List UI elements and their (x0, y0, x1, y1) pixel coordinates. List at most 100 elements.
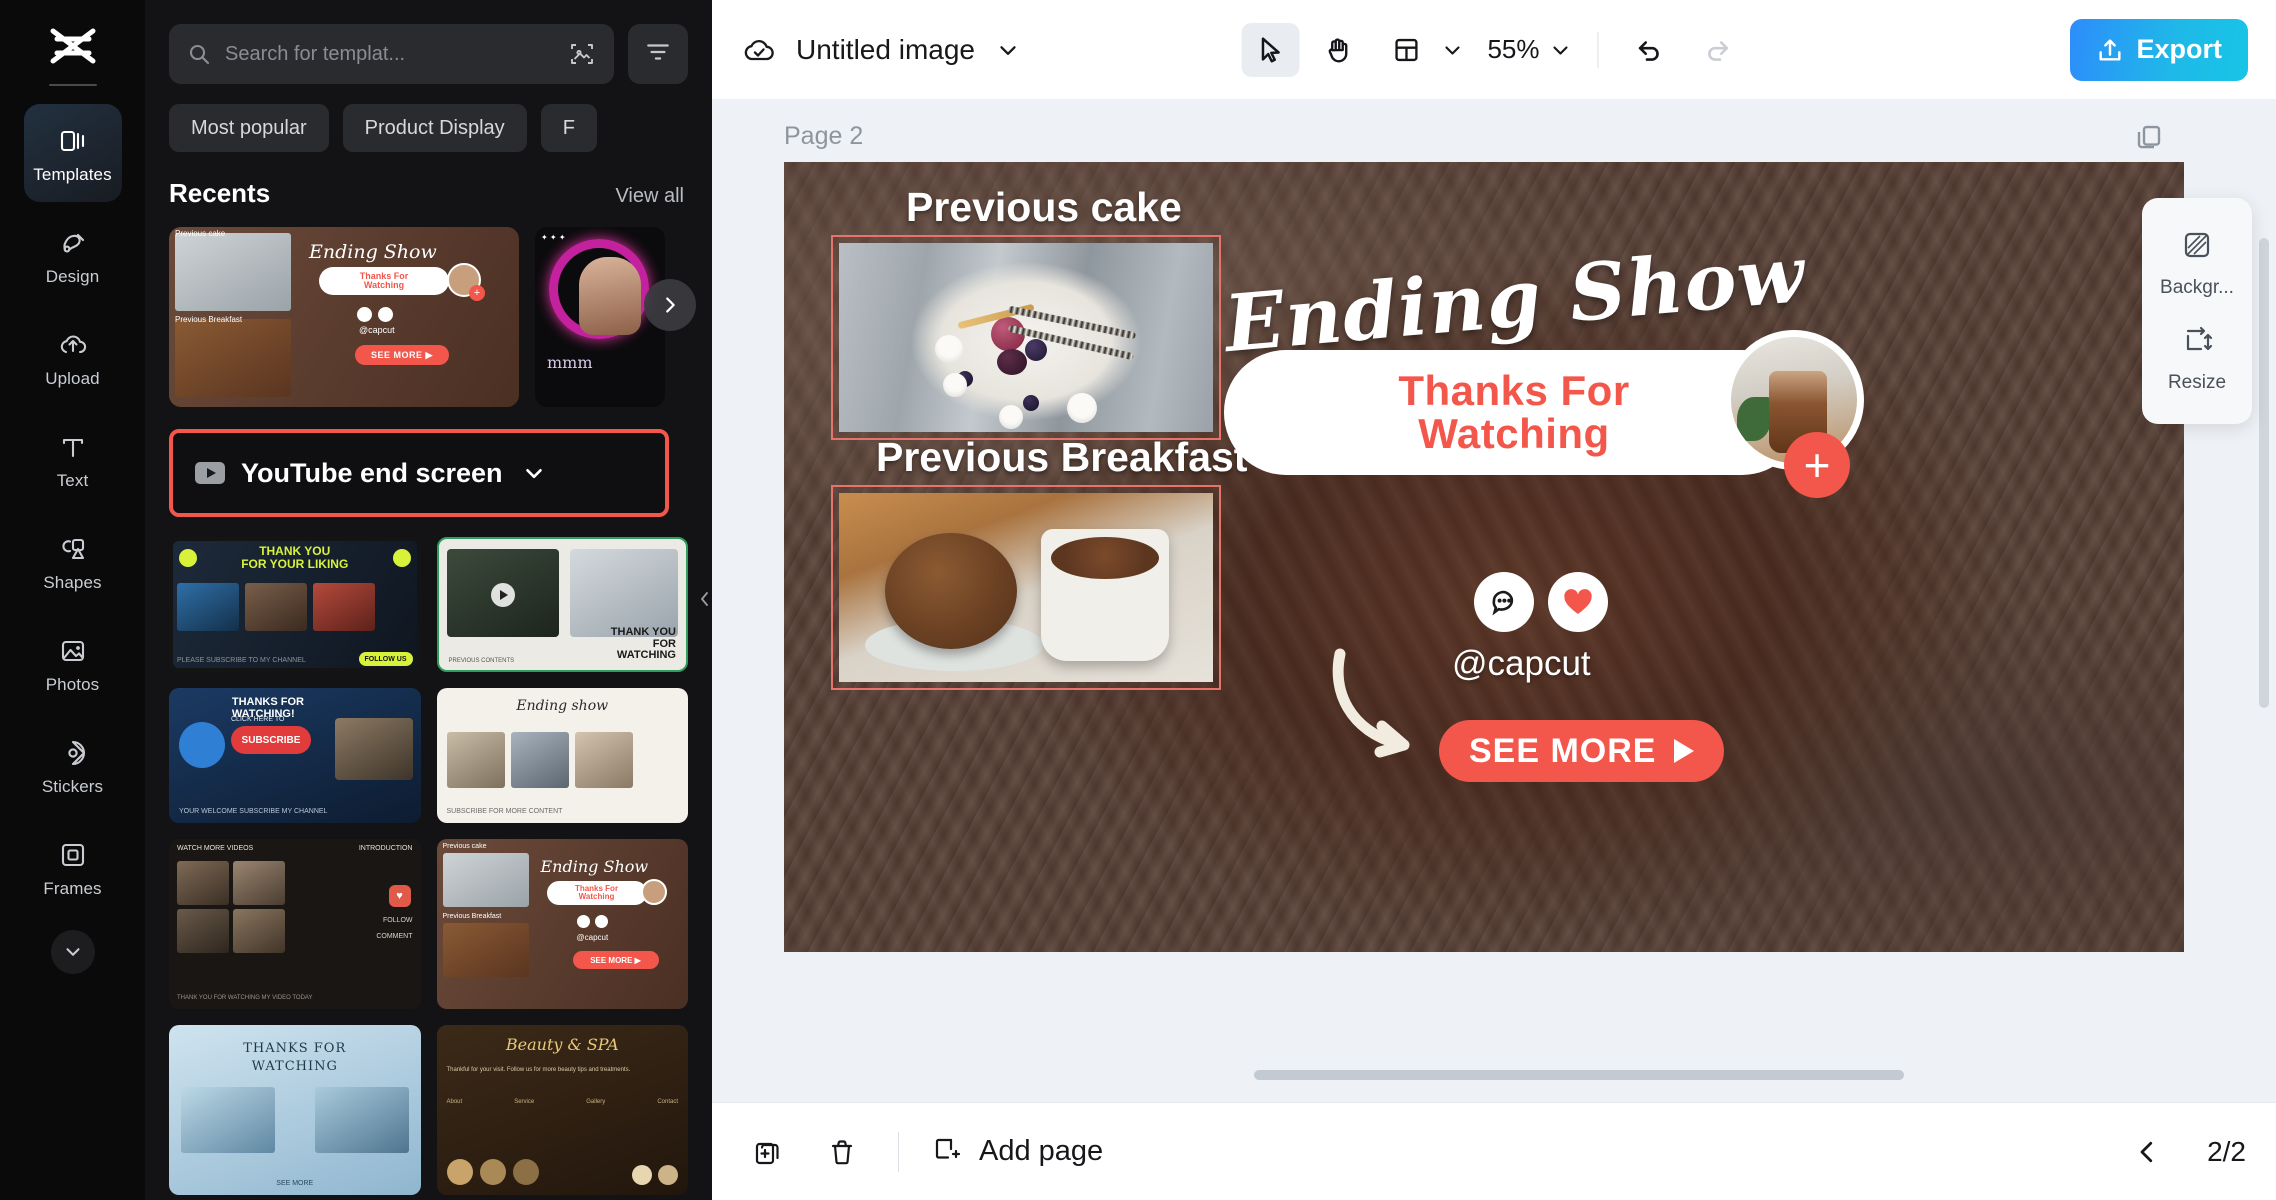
youtube-end-screen-pill[interactable]: YouTube end screen (173, 433, 665, 513)
undo-button[interactable] (1621, 23, 1679, 77)
duplicate-page-icon[interactable] (2134, 122, 2164, 152)
sidebar-item-label: Upload (45, 368, 100, 388)
search-icon (187, 42, 211, 66)
upload-cloud-icon (56, 328, 90, 362)
templates-scroll[interactable]: Previous cake Previous Breakfast Ending … (145, 209, 712, 1200)
carousel-next-button[interactable] (644, 279, 696, 331)
image-search-icon[interactable] (568, 40, 596, 68)
sidebar-item-stickers[interactable]: Stickers (24, 716, 122, 814)
search-box[interactable] (169, 24, 614, 84)
select-tool-button[interactable] (1241, 22, 1300, 77)
sidebar-item-upload[interactable]: Upload (24, 308, 122, 406)
previous-page-button[interactable] (2121, 1126, 2173, 1178)
layout-tool-button[interactable] (1377, 23, 1435, 77)
recent-template-card[interactable]: ✦ ✦ ✦ mmm (535, 227, 665, 407)
chip-label: Product Display (364, 116, 505, 139)
canvas-horizontal-scrollbar[interactable] (712, 1070, 2276, 1080)
sidebar-item-design[interactable]: Design (24, 206, 122, 304)
search-input[interactable] (225, 42, 554, 66)
sidebar-item-text[interactable]: Text (24, 410, 122, 508)
duplicate-page-button[interactable] (742, 1126, 794, 1178)
template-card[interactable]: Ending show SUBSCRIBE FOR MORE CONTENT (436, 688, 688, 823)
label-previous-cake[interactable]: Previous cake (906, 184, 1182, 231)
redo-button[interactable] (1689, 23, 1747, 77)
background-button[interactable]: Backgr... (2142, 216, 2252, 311)
template-card[interactable]: THANKS FOR WATCHING! SUBSCRIBE CLICK HER… (169, 688, 421, 823)
comment-icon[interactable] (1474, 572, 1534, 632)
template-card[interactable]: THANK YOU FOR WATCHING PREVIOUS CONTENTS (436, 537, 688, 672)
panel-header: Most popular Product Display F Recents V… (145, 0, 712, 209)
template-card[interactable]: WATCH MORE VIDEOS INTRODUCTION ♥ FOLLOW … (169, 839, 421, 1009)
selected-template-dropdown[interactable]: YouTube end screen (169, 429, 669, 517)
add-page-button[interactable]: Add page (929, 1132, 1103, 1171)
design-icon (56, 226, 90, 260)
chip-label: F (562, 116, 575, 139)
document-title-group: Untitled image (740, 31, 1023, 69)
recent-template-card[interactable]: Previous cake Previous Breakfast Ending … (169, 227, 519, 407)
sidebar-item-photos[interactable]: Photos (24, 614, 122, 712)
chip-product-display[interactable]: Product Display (342, 104, 527, 152)
zoom-chevron-down-icon[interactable] (1546, 35, 1576, 65)
capcut-logo[interactable] (41, 18, 105, 74)
canvas-vertical-scrollbar[interactable] (2259, 198, 2269, 758)
horizontal-scroll-track[interactable] (794, 1070, 2194, 1080)
sidebar-item-templates[interactable]: Templates (23, 104, 122, 202)
recents-header: Recents View all (169, 178, 688, 209)
thanks-for-watching-pill[interactable]: Thanks For Watching (1224, 350, 1804, 475)
thanks-line-1: Thanks For (1398, 366, 1630, 414)
chip-most-popular[interactable]: Most popular (169, 104, 329, 152)
template-grid: THANK YOU FOR YOUR LIKING PLEASE SUBSCRIB… (169, 537, 688, 1200)
photo-breakfast (839, 493, 1213, 682)
template-card[interactable]: Previous cake Previous Breakfast Ending … (436, 839, 688, 1009)
sidebar-item-shapes[interactable]: Shapes (24, 512, 122, 610)
panel-collapse-handle[interactable] (697, 560, 712, 638)
page-label: Page 2 (784, 122, 864, 150)
plant-decoration (1737, 397, 1771, 441)
top-toolbar: Untitled image 55% Export (712, 0, 2276, 100)
filter-button[interactable] (628, 24, 688, 84)
sidebar-item-label: Frames (43, 878, 102, 898)
heart-icon[interactable] (1548, 572, 1608, 632)
canvas-area[interactable]: Page 2 Previous cake Previous Breakfast … (712, 100, 2276, 1102)
layout-tool-group[interactable] (1377, 23, 1467, 77)
category-chips: Most popular Product Display F (169, 104, 688, 152)
hand-tool-button[interactable] (1309, 23, 1367, 77)
zoom-level-value: 55% (1487, 34, 1540, 64)
delete-page-button[interactable] (816, 1126, 868, 1178)
left-nav-rail: Templates Design Upload Text Shapes Phot… (0, 0, 145, 1200)
cloud-saved-icon[interactable] (740, 31, 778, 69)
export-button[interactable]: Export (2070, 18, 2248, 81)
horizontal-scroll-thumb[interactable] (1254, 1070, 1904, 1080)
selected-template-label: YouTube end screen (241, 457, 503, 488)
sidebar-item-frames[interactable]: Frames (24, 818, 122, 916)
breakfast-image (839, 493, 1213, 682)
label-previous-breakfast[interactable]: Previous Breakfast (876, 434, 1247, 481)
photo-frame-cake[interactable] (831, 235, 1221, 440)
shapes-icon (56, 532, 90, 566)
chevron-down-icon[interactable] (521, 460, 547, 486)
sidebar-item-label: Shapes (43, 572, 102, 592)
document-menu-chevron-down-icon[interactable] (993, 35, 1023, 65)
document-title[interactable]: Untitled image (796, 34, 975, 66)
template-card[interactable]: THANKS FOR WATCHING SEE MORE (169, 1025, 421, 1195)
youtube-icon (195, 462, 225, 484)
topbar-right: Export (2070, 18, 2248, 81)
template-card[interactable]: Beauty & SPA Thankful for your visit. Fo… (436, 1025, 688, 1195)
layout-chevron-down-icon[interactable] (1437, 35, 1467, 65)
view-all-link[interactable]: View all (615, 185, 684, 208)
subscribe-plus-badge[interactable]: + (1784, 432, 1850, 498)
rail-more-chevron-down-icon[interactable] (50, 930, 95, 974)
resize-icon (2180, 323, 2214, 362)
photo-frame-breakfast[interactable] (831, 485, 1221, 690)
thanks-line-2: Watching (1418, 409, 1610, 457)
design-artboard[interactable]: Previous cake Previous Breakfast Ending … (784, 162, 2184, 952)
zoom-control[interactable]: 55% (1477, 34, 1575, 65)
resize-button[interactable]: Resize (2142, 311, 2252, 406)
chip-more[interactable]: F (540, 104, 597, 152)
vertical-scroll-thumb[interactable] (2259, 238, 2269, 708)
photo-cake (839, 243, 1213, 432)
see-more-label: SEE MORE (1469, 731, 1657, 770)
see-more-cta-button[interactable]: SEE MORE (1439, 720, 1725, 782)
template-card[interactable]: THANK YOU FOR YOUR LIKING PLEASE SUBSCRIB… (169, 537, 421, 672)
sidebar-item-label: Photos (45, 674, 100, 694)
